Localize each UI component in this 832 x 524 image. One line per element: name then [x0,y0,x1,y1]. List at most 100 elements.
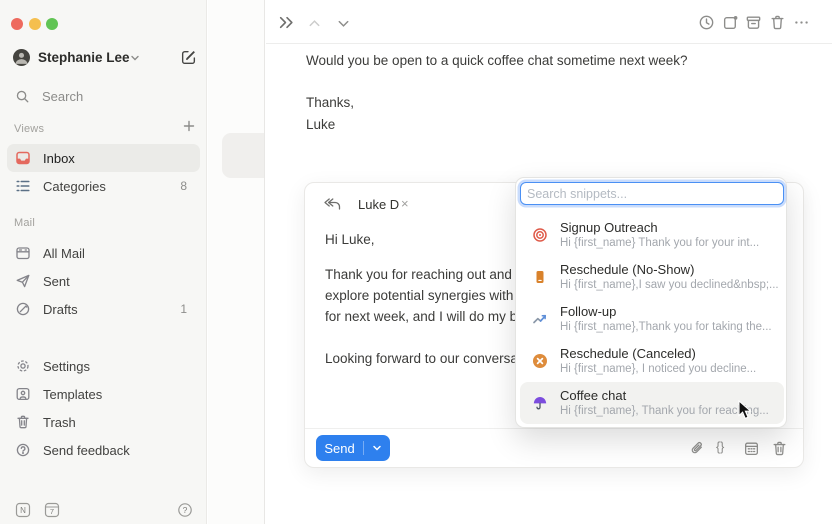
message-body-line: Would you be open to a quick coffee chat… [306,53,687,68]
mail-section-header: Mail [14,217,35,229]
add-view-icon[interactable] [182,119,196,133]
chevron-down-icon[interactable] [129,52,141,64]
categories-icon [15,178,31,194]
archive-icon[interactable] [745,14,762,31]
snooze-clock-icon[interactable] [698,14,715,31]
templates-icon [15,386,31,402]
snippet-item-signup-outreach[interactable]: Signup Outreach Hi {first_name} Thank yo… [520,214,784,256]
trend-arrows-icon [532,311,548,327]
umbrella-icon [532,395,548,411]
avatar[interactable] [13,49,30,66]
more-icon[interactable] [793,14,810,31]
send-options-chevron-icon [372,443,382,453]
feedback-icon [15,442,31,458]
notes-badge-icon[interactable]: N [15,502,31,518]
message-signoff: Thanks, [306,95,354,110]
notebook-icon [532,269,548,285]
snippet-title: Reschedule (Canceled) [560,346,696,361]
reply-icon [323,197,341,212]
remove-recipient-icon[interactable]: × [401,196,409,211]
compose-icon[interactable] [180,49,197,66]
sidebar-item-label: Drafts [43,302,78,317]
categories-count: 8 [180,179,187,193]
mouse-cursor [738,400,755,420]
snippet-preview: Hi {first_name},I saw you declined&nbsp;… [560,279,779,291]
sidebar-item-label: Send feedback [43,443,130,458]
search-button[interactable]: Search [7,82,200,110]
svg-text:?: ? [183,505,188,515]
collapsed-thread-list[interactable] [208,0,265,524]
sidebar: Stephanie Lee Search Views [0,0,207,524]
chevron-down-icon[interactable] [336,16,353,33]
message-sender: Luke [306,117,335,132]
help-icon[interactable]: ? [177,502,193,518]
target-icon [532,227,548,243]
snippet-preview: Hi {first_name}, I noticed you decline..… [560,363,756,375]
snippet-title: Reschedule (No-Show) [560,262,694,277]
composer-line[interactable]: explore potential synergies with yo [325,288,531,303]
sidebar-item-label: Templates [43,387,102,402]
composer-line[interactable]: for next week, and I will do my best [325,309,535,324]
zoom-traffic-light[interactable] [46,18,58,30]
calendar-badge-icon[interactable]: 7 [44,502,60,518]
snippet-search-input[interactable] [520,182,784,205]
minimize-traffic-light[interactable] [29,18,41,30]
snippets-dropdown: Signup Outreach Hi {first_name} Thank yo… [515,177,787,428]
sidebar-item-label: All Mail [43,246,85,261]
sidebar-item-categories[interactable]: Categories 8 [7,172,200,200]
sidebar-item-settings[interactable]: Settings [7,352,200,380]
snippet-preview: Hi {first_name} Thank you for your int..… [560,237,759,249]
views-section-header: Views [14,123,44,135]
sidebar-item-all-mail[interactable]: All Mail [7,239,200,267]
snippet-preview: Hi {first_name},Thank you for taking the… [560,321,772,333]
sidebar-item-inbox[interactable]: Inbox [7,144,200,172]
sidebar-item-label: Inbox [43,151,75,166]
snippet-item-follow-up[interactable]: Follow-up Hi {first_name},Thank you for … [520,298,784,340]
send-split-divider [363,441,364,455]
snippet-item-reschedule-canceled[interactable]: Reschedule (Canceled) Hi {first_name}, I… [520,340,784,382]
sidebar-item-send-feedback[interactable]: Send feedback [7,436,200,464]
sidebar-item-sent[interactable]: Sent [7,267,200,295]
n-glyph: N [20,506,26,515]
sidebar-item-label: Categories [43,179,106,194]
trash-icon[interactable] [769,14,786,31]
send-button[interactable]: Send [316,435,390,461]
snippet-item-reschedule-no-show[interactable]: Reschedule (No-Show) Hi {first_name},I s… [520,256,784,298]
sidebar-item-label: Trash [43,415,76,430]
search-icon [15,89,30,104]
main-pane: Would you be open to a quick coffee chat… [266,0,832,524]
snippet-title: Coffee chat [560,388,626,403]
drafts-count: 1 [180,302,187,316]
composer-line[interactable]: Thank you for reaching out and you [325,267,537,282]
gear-icon [15,358,31,374]
all-mail-icon [15,245,31,261]
composer-closing[interactable]: Looking forward to our conversatio [325,351,532,366]
collapse-icon[interactable] [278,14,295,31]
square-dot-icon[interactable] [722,14,739,31]
x-circle-icon [532,353,548,369]
drafts-icon [15,301,31,317]
app-window: Stephanie Lee Search Views [0,0,832,524]
close-traffic-light[interactable] [11,18,23,30]
snippet-title: Signup Outreach [560,220,658,235]
sidebar-item-label: Settings [43,359,90,374]
search-label: Search [42,89,83,104]
svg-text:7: 7 [50,507,54,516]
sidebar-item-trash[interactable]: Trash [7,408,200,436]
braces-icon[interactable]: {} [716,440,724,457]
inbox-icon [15,150,31,166]
account-name[interactable]: Stephanie Lee [38,50,130,65]
calendar-icon[interactable] [743,440,760,457]
selected-thread-marker [222,133,265,178]
sidebar-item-label: Sent [43,274,70,289]
paperclip-icon[interactable] [689,440,706,457]
snippet-title: Follow-up [560,304,616,319]
discard-draft-icon[interactable] [771,440,788,457]
sidebar-item-drafts[interactable]: Drafts 1 [7,295,200,323]
sidebar-item-templates[interactable]: Templates [7,380,200,408]
composer-greeting[interactable]: Hi Luke, [325,232,375,247]
trash-icon [15,414,31,430]
chevron-up-icon[interactable] [307,16,324,33]
recipient-chip[interactable]: Luke D [358,197,399,212]
send-label: Send [324,441,354,456]
